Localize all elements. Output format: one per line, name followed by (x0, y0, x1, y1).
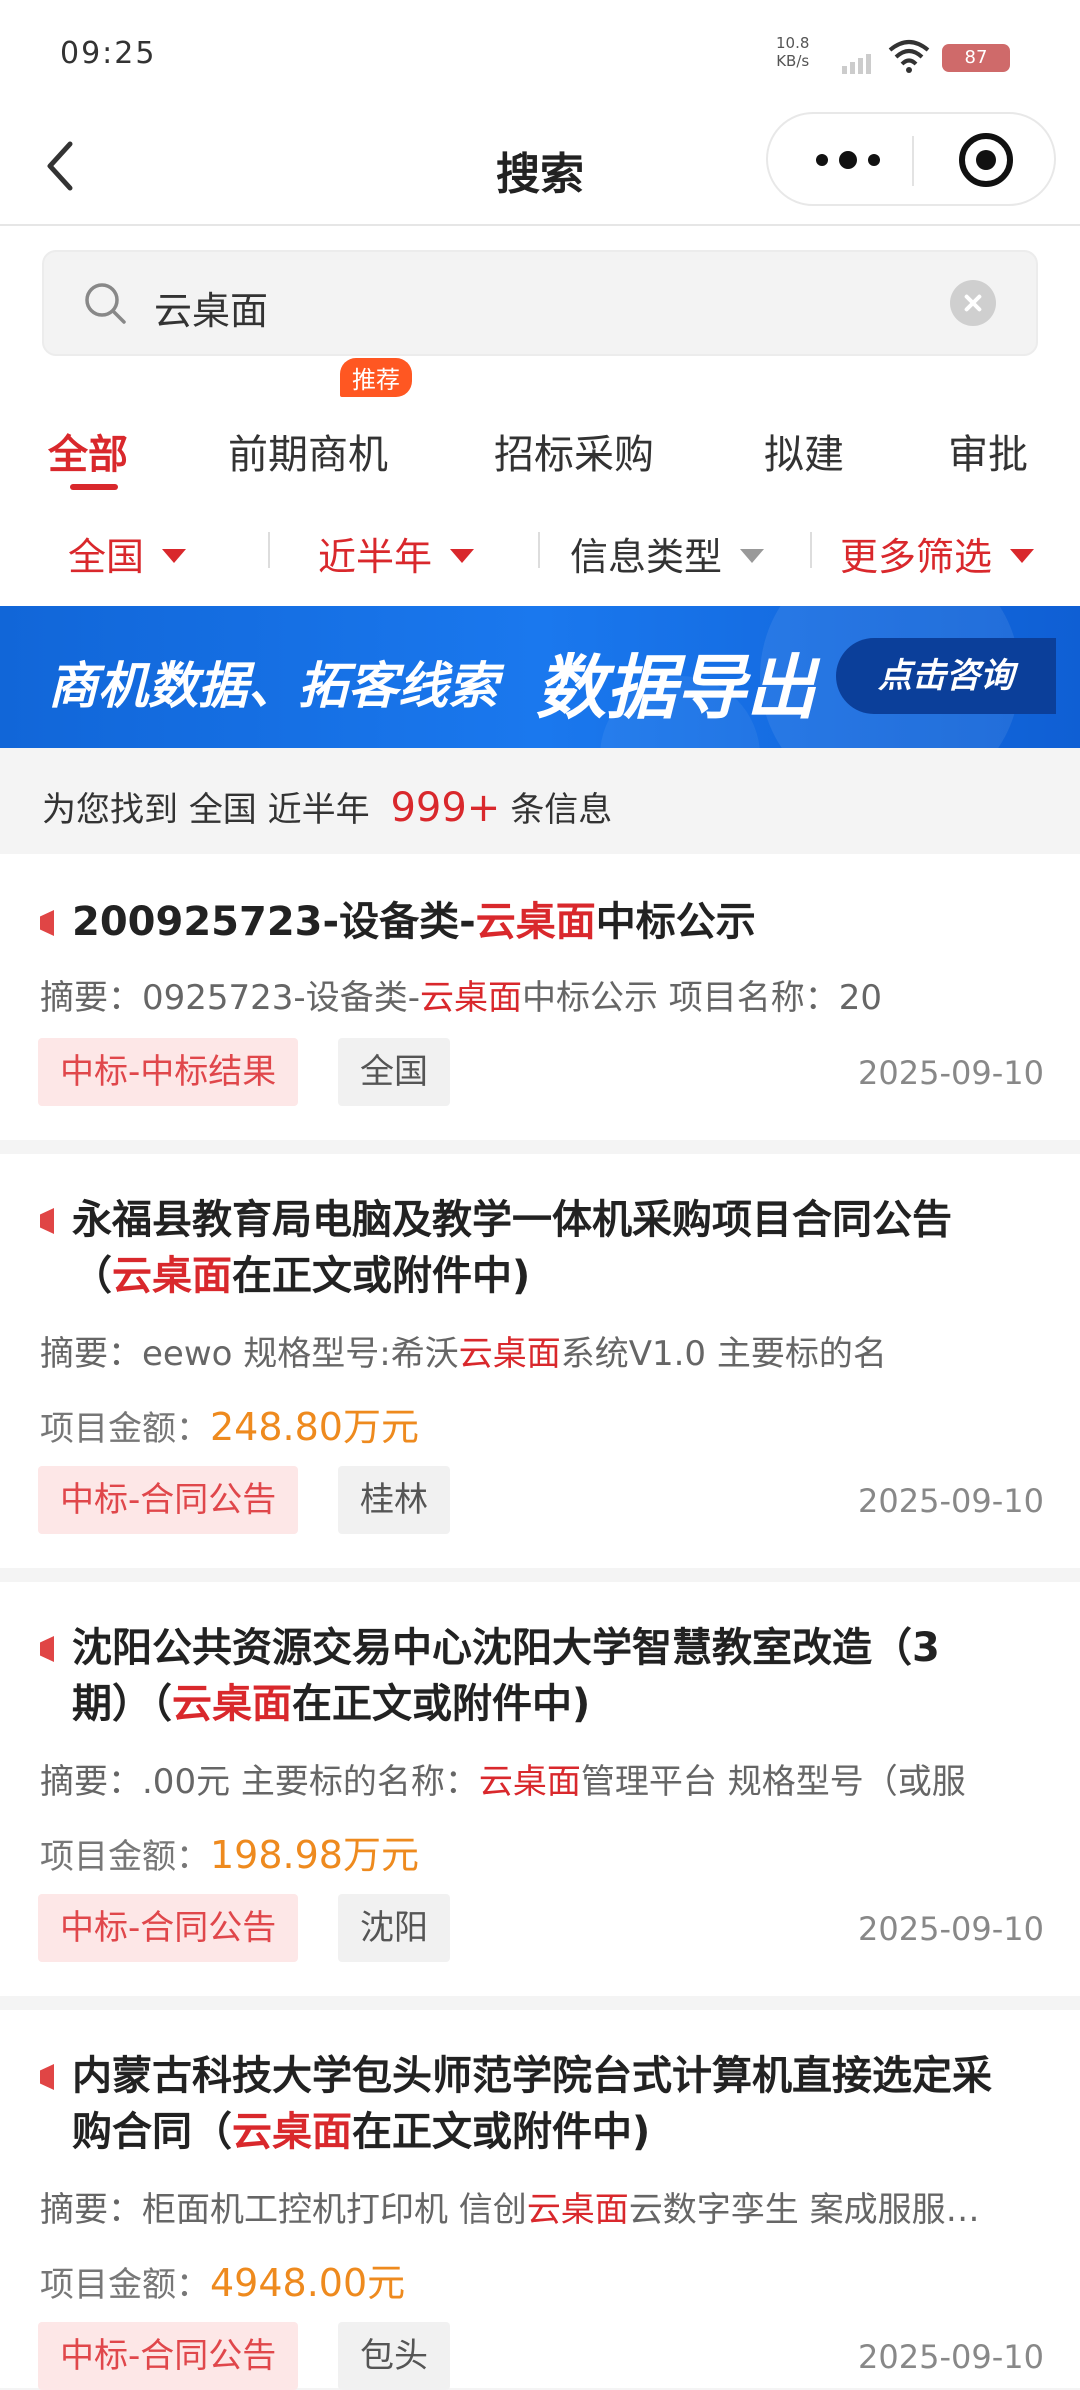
banner-headline: 数据导出 (536, 647, 816, 729)
result-card[interactable]: 沈阳公共资源交易中心沈阳大学智慧教室改造（3期）（云桌面在正文或附件中) 摘要：… (0, 1582, 1080, 1996)
publish-date: 2025-09-10 (858, 1910, 1044, 1948)
clock: 09:25 (60, 36, 157, 71)
network-speed: 10.8 KB/s (776, 34, 810, 70)
flag-icon (40, 1636, 54, 1662)
flag-icon (40, 2064, 54, 2090)
caret-down-icon (740, 548, 765, 563)
banner-text: 商机数据、拓客线索 (48, 657, 498, 715)
flag-icon (40, 910, 54, 936)
result-abstract: 摘要：柜面机工控机打印机 信创云桌面云数字孪生 案成服服… (40, 2190, 980, 2230)
publish-date: 2025-09-10 (858, 1054, 1044, 1092)
type-tag: 中标-合同公告 (38, 1894, 299, 1962)
type-tag: 中标-合同公告 (38, 2322, 299, 2390)
result-card[interactable]: 永福县教育局电脑及教学一体机采购项目合同公告（云桌面在正文或附件中) 摘要：ee… (0, 1154, 1080, 1568)
caret-down-icon (1010, 548, 1035, 563)
wifi-icon (888, 40, 930, 73)
result-title: 永福县教育局电脑及教学一体机采购项目合同公告（云桌面在正文或附件中) (72, 1197, 952, 1299)
tab-approval[interactable]: 审批 (948, 422, 1028, 480)
result-title: 200925723-设备类-云桌面中标公示 (72, 899, 756, 945)
result-count: 999+ (390, 785, 501, 831)
filter-region[interactable]: 全国 (68, 526, 187, 581)
battery-indicator: 87 (942, 44, 1010, 72)
tab-proposed[interactable]: 拟建 (764, 422, 844, 480)
result-title: 沈阳公共资源交易中心沈阳大学智慧教室改造（3期）（云桌面在正文或附件中) (72, 1625, 940, 1727)
result-abstract: 摘要：eewo 规格型号:希沃云桌面系统V1.0 主要标的名 (40, 1334, 887, 1374)
signal-icon (842, 54, 871, 74)
result-title: 内蒙古科技大学包头师范学院台式计算机直接选定采购合同（云桌面在正文或附件中) (72, 2053, 992, 2155)
export-banner[interactable]: 商机数据、拓客线索 数据导出 点击咨询 (0, 606, 1080, 748)
tab-early-opportunity[interactable]: 前期商机 (228, 422, 388, 480)
status-bar: 09:25 10.8 KB/s 87 (0, 0, 1080, 110)
filter-divider (538, 532, 540, 568)
result-abstract: 摘要：0925723-设备类-云桌面中标公示 项目名称：20 (40, 978, 883, 1018)
result-card[interactable]: 200925723-设备类-云桌面中标公示 摘要：0925723-设备类-云桌面… (0, 854, 1080, 1140)
type-tag: 中标-中标结果 (38, 1038, 299, 1106)
tab-all[interactable]: 全部 (48, 422, 128, 490)
caret-down-icon (450, 548, 475, 563)
result-card[interactable]: 内蒙古科技大学包头师范学院台式计算机直接选定采购合同（云桌面在正文或附件中) 摘… (0, 2010, 1080, 2390)
caret-down-icon (162, 548, 187, 563)
region-tag: 全国 (338, 1038, 450, 1106)
filter-divider (810, 532, 812, 568)
clear-icon[interactable] (950, 280, 996, 326)
result-abstract: 摘要：.00元 主要标的名称：云桌面管理平台 规格型号（或服 (40, 1762, 966, 1802)
search-icon (85, 283, 126, 324)
more-dots-icon[interactable] (808, 142, 888, 178)
miniapp-capsule (766, 112, 1056, 206)
region-tag: 包头 (338, 2322, 450, 2390)
project-amount: 项目金额：198.98万元 (40, 1833, 419, 1877)
filter-divider (268, 532, 270, 568)
project-amount: 项目金额：248.80万元 (40, 1405, 419, 1449)
search-query: 云桌面 (154, 289, 269, 333)
filter-period[interactable]: 近半年 (318, 526, 475, 581)
filter-info-type[interactable]: 信息类型 (570, 526, 765, 581)
flag-icon (40, 1208, 54, 1234)
publish-date: 2025-09-10 (858, 1482, 1044, 1520)
consult-button[interactable]: 点击咨询 (836, 638, 1056, 714)
category-tabs: 全部 前期商机 推荐 招标采购 拟建 审批 (0, 358, 1080, 498)
filter-more[interactable]: 更多筛选 (840, 526, 1035, 581)
capsule-divider (912, 136, 914, 186)
active-tab-indicator (70, 484, 118, 490)
result-summary: 为您找到 全国 近半年 999+ 条信息 (0, 748, 1080, 854)
tab-tender-procurement[interactable]: 招标采购 (494, 422, 654, 480)
search-section: 云桌面 全部 前期商机 推荐 招标采购 拟建 审批 (0, 226, 1080, 498)
publish-date: 2025-09-10 (858, 2338, 1044, 2376)
search-input[interactable]: 云桌面 (42, 250, 1038, 356)
type-tag: 中标-合同公告 (38, 1466, 299, 1534)
project-amount: 项目金额：4948.00元 (40, 2261, 406, 2305)
close-target-icon[interactable] (958, 132, 1014, 188)
filter-bar: 全国 近半年 信息类型 更多筛选 (0, 496, 1080, 606)
region-tag: 桂林 (338, 1466, 450, 1534)
recommend-badge: 推荐 (340, 358, 412, 397)
region-tag: 沈阳 (338, 1894, 450, 1962)
